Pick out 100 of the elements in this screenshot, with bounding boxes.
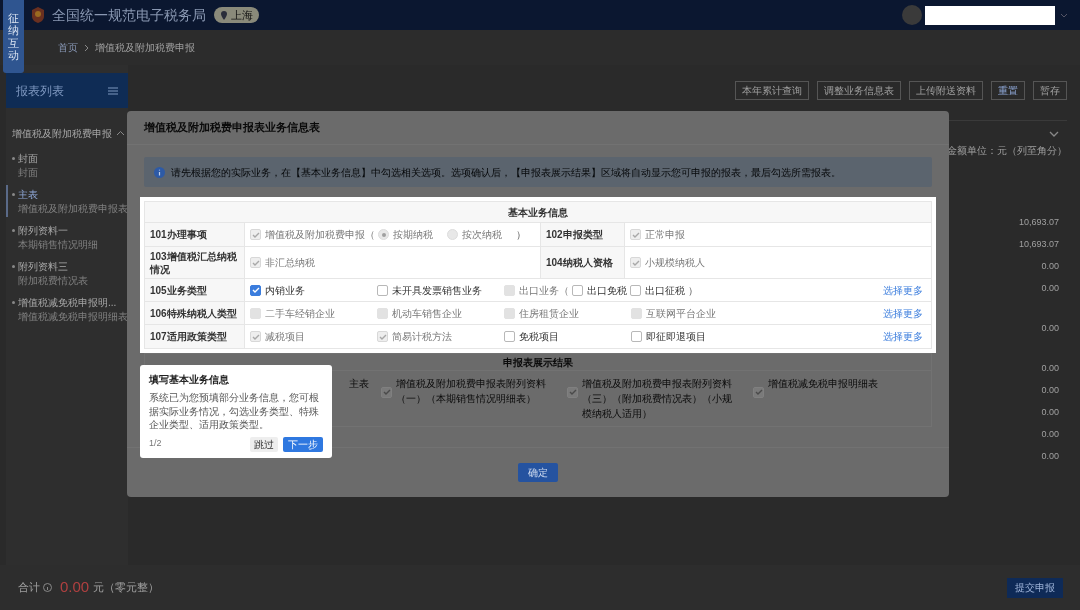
checkbox[interactable]: [381, 386, 392, 398]
checkbox-label: 出口征税: [645, 283, 685, 298]
radio-label: 按期纳税: [393, 228, 433, 242]
checkbox[interactable]: [753, 386, 764, 398]
site-title: 全国统一规范电子税务局: [52, 5, 206, 25]
section-title: 申报表展示结果: [503, 355, 573, 370]
checkbox-label: 未开具发票销售业务: [392, 283, 482, 298]
amount-cell-text: 0.00: [1041, 322, 1059, 335]
toolbar-button[interactable]: 调整业务信息表: [817, 81, 901, 100]
select-more-link[interactable]: 选择更多: [883, 329, 923, 344]
checkbox-label: 内销业务: [265, 283, 305, 298]
side-tab[interactable]: 征纳互动: [3, 0, 24, 73]
checkbox[interactable]: [630, 284, 641, 296]
info-icon[interactable]: [43, 583, 52, 592]
item-subtitle: 附加税费情况表: [18, 274, 88, 287]
confirm-button[interactable]: 确定: [518, 463, 558, 482]
total-in-words: 元（零元整）: [93, 580, 160, 596]
item-label: 附列资料三: [18, 260, 69, 274]
toolbar-button[interactable]: 暂存: [1033, 81, 1067, 100]
checkbox-label: 互联网平台企业: [646, 306, 716, 321]
bullet-icon: [12, 229, 15, 232]
amount-cell-text: 10,693.07: [1018, 238, 1059, 251]
checkbox-label: 免税项目: [519, 330, 559, 344]
checkbox[interactable]: [631, 331, 642, 342]
sidebar-item[interactable]: 附列资料三 附加税费情况表: [18, 259, 88, 287]
checkbox-label: 出口免税: [587, 283, 627, 298]
popover-title: 填写基本业务信息: [149, 373, 230, 387]
amount-cell-text: 0.00: [1041, 450, 1059, 463]
item-label: 主表: [18, 188, 39, 202]
field-label: 104纳税人资格: [546, 256, 613, 270]
checkbox-label: 正常申报: [645, 228, 685, 242]
chevron-icon: [117, 131, 124, 136]
dialog-title: 增值税及附加税费申报表业务信息表: [144, 120, 320, 136]
sidebar-item[interactable]: 附列资料一 本期销售情况明细: [18, 223, 98, 251]
sidebar-item[interactable]: 封面 封面: [18, 151, 38, 179]
checkbox[interactable]: [572, 284, 583, 296]
field-label: 105业务类型: [150, 283, 207, 297]
sidebar-item[interactable]: 增值税减免税申报明... 增值税减免税申报明细表: [18, 295, 128, 323]
checkbox-label: 减税项目: [265, 330, 305, 344]
toolbar-button[interactable]: 重置: [991, 81, 1025, 100]
amount-cell-text: 0.00: [1041, 406, 1059, 419]
bullet-icon: [12, 193, 15, 196]
sidebar-item[interactable]: 主表 增值税及附加税费申报表: [18, 187, 128, 215]
step-counter: 1/2: [149, 437, 162, 451]
checkbox-label: 简易计税方法: [392, 330, 452, 344]
skip-button[interactable]: 跳过: [250, 436, 278, 452]
next-button[interactable]: 下一步: [283, 436, 323, 452]
checkbox-label: 小规模纳税人: [645, 256, 705, 270]
region-pill[interactable]: 上海: [214, 7, 259, 23]
bullet-icon: [12, 157, 15, 160]
item-subtitle: 增值税减免税申报明细表: [18, 310, 128, 323]
checkbox[interactable]: [504, 331, 515, 342]
section-title: 基本业务信息: [508, 205, 568, 220]
checkbox-label: 住房租赁企业: [519, 306, 579, 321]
field-label: 103增值税汇总纳税情况: [150, 249, 238, 276]
toolbar-button[interactable]: 上传附送资料: [909, 81, 983, 100]
avatar[interactable]: [902, 5, 922, 25]
checkbox-label: 增值税及附加税费申报（: [265, 228, 375, 242]
bullet-icon: [12, 301, 15, 304]
amount-cell-text: 10,693.07: [1018, 216, 1059, 229]
report-name: 增值税及附加税费申报表附列资料（三）（附加税费情况表）（小规模纳税人适用）: [582, 377, 733, 421]
amount-cell-text: 0.00: [1041, 384, 1059, 397]
checkbox-label: 即征即退项目: [646, 330, 706, 344]
menu-icon[interactable]: [108, 86, 118, 95]
radio-label: 按次纳税: [462, 228, 502, 242]
field-label: 106特殊纳税人类型: [150, 306, 237, 320]
checkbox[interactable]: [567, 386, 578, 398]
checkbox-label: 非汇总纳税: [265, 256, 315, 270]
field-label: 101办理事项: [150, 228, 207, 241]
item-subtitle: 增值税及附加税费申报表: [18, 202, 128, 215]
report-name: 主表: [349, 377, 369, 391]
amount-cell-text: 0.00: [1041, 362, 1059, 375]
bracket-text: ）: [516, 228, 526, 242]
total-amount: 0.00: [60, 577, 90, 598]
breadcrumb-current: 增值税及附加税费申报: [95, 41, 195, 55]
checkbox[interactable]: [250, 284, 261, 296]
info-text: 请先根据您的实际业务，在【基本业务信息】中勾选相关选项。选项确认后，【申报表展示结果】区域将自动显示您可申报的报表，最后勾选所需报表。: [171, 165, 841, 180]
field-label: 107适用政策类型: [150, 330, 227, 343]
sidebar-group[interactable]: 增值税及附加税费申报: [6, 126, 128, 141]
sidebar-title: 报表列表: [16, 82, 64, 100]
caret-icon[interactable]: [1060, 11, 1068, 19]
checkbox[interactable]: [377, 284, 388, 296]
chevron-icon[interactable]: [1049, 131, 1059, 137]
bracket-text: ）: [688, 283, 698, 298]
report-name: 增值税减免税申报明细表: [768, 377, 878, 391]
bullet-icon: [12, 265, 15, 268]
total-label: 合计: [18, 580, 40, 596]
field-label: 102申报类型: [546, 228, 603, 242]
toolbar-button[interactable]: 本年累计查询: [735, 81, 809, 100]
item-label: 附列资料一: [18, 224, 69, 238]
submit-button[interactable]: 提交申报: [1007, 577, 1063, 598]
popover-text: 系统已为您预填部分业务信息，您可根据实际业务情况，勾选业务类型、特殊企业类型、适用政策类型。: [149, 391, 320, 432]
amount-cell-text: 0.00: [1041, 282, 1059, 295]
item-subtitle: 封面: [18, 166, 38, 179]
item-label: 增值税减免税申报明...: [18, 296, 118, 310]
select-more-link[interactable]: 选择更多: [883, 282, 923, 298]
breadcrumb-link[interactable]: 首页: [58, 40, 78, 55]
select-more-link[interactable]: 选择更多: [883, 305, 923, 321]
amount-cell-text: 0.00: [1041, 260, 1059, 273]
emblem-icon: [30, 6, 46, 24]
